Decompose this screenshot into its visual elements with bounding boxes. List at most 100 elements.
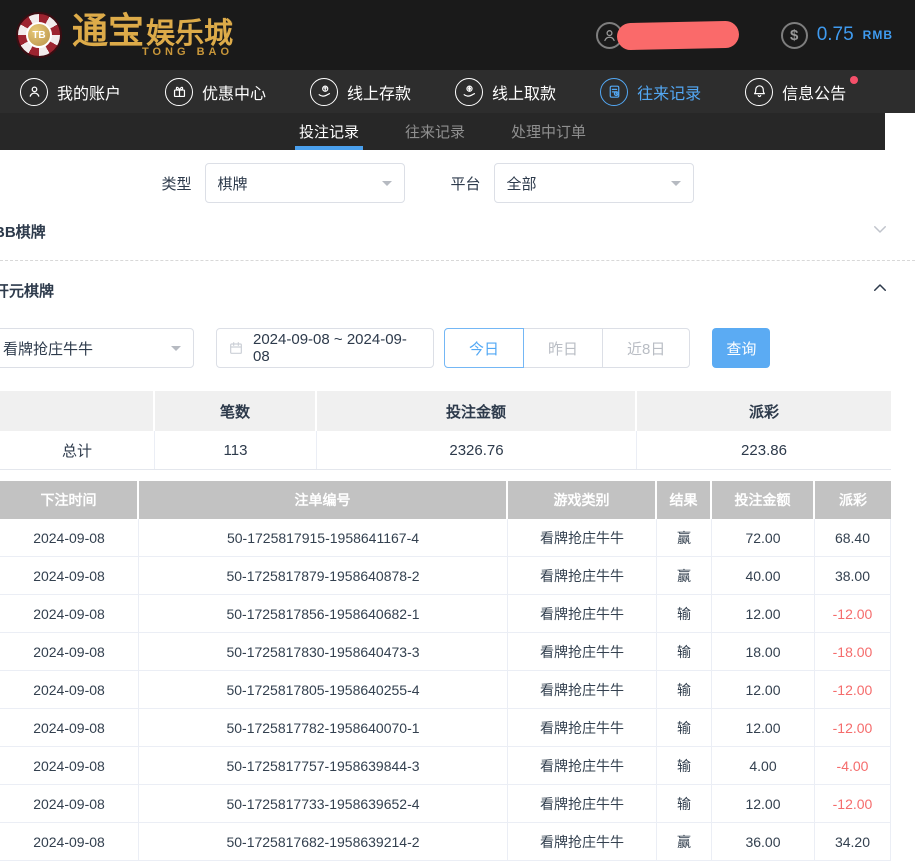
- nav-label: 往来记录: [637, 80, 701, 104]
- calendar-icon: [228, 340, 244, 356]
- nav-item-deposit[interactable]: 线上存款: [310, 78, 411, 106]
- notification-dot: [850, 76, 858, 84]
- bet-payout: 34.20: [815, 823, 891, 860]
- platform-select[interactable]: 全部: [494, 163, 694, 203]
- balance-amount: 0.75: [817, 24, 854, 46]
- sub-nav: 投注记录 往来记录 处理中订单: [0, 113, 885, 150]
- type-select-value: 棋牌: [218, 173, 248, 194]
- bet-date: 2024-09-08: [0, 747, 139, 784]
- bet-number: 50-1725817856-1958640682-1: [139, 595, 508, 632]
- tab-bet-records[interactable]: 投注记录: [297, 113, 361, 150]
- game-select-value: 看牌抢庄牛牛: [3, 338, 93, 359]
- date-range-input[interactable]: 2024-09-08 ~ 2024-09-08: [216, 328, 434, 368]
- balance[interactable]: $ 0.75 RMB: [781, 22, 893, 49]
- bet-game: 看牌抢庄牛牛: [508, 519, 657, 556]
- bet-payout: 38.00: [815, 557, 891, 594]
- section-kaiyuan-chess[interactable]: 开元棋牌: [0, 261, 915, 319]
- chip-tb-label: TB: [26, 22, 52, 48]
- bet-amount: 12.00: [712, 709, 815, 746]
- bell-icon: [745, 78, 773, 106]
- table-row: 2024-09-08 50-1725817733-1958639652-4 看牌…: [0, 785, 891, 823]
- bet-game: 看牌抢庄牛牛: [508, 557, 657, 594]
- yesterday-button[interactable]: 昨日: [523, 328, 603, 368]
- game-select[interactable]: 看牌抢庄牛牛: [0, 328, 194, 368]
- table-row: 2024-09-08 50-1725817830-1958640473-3 看牌…: [0, 633, 891, 671]
- summary-header-bet: 投注金额: [317, 391, 637, 431]
- bet-amount: 4.00: [712, 747, 815, 784]
- nav-label: 信息公告: [782, 80, 846, 104]
- username-redacted: [616, 20, 739, 50]
- summary-header-count: 笔数: [155, 391, 317, 431]
- logo-title-part1: 通宝: [72, 13, 144, 49]
- nav-item-withdraw[interactable]: 线上取款: [455, 78, 556, 106]
- bet-number: 50-1725817757-1958639844-3: [139, 747, 508, 784]
- summary-bet-value: 2326.76: [317, 431, 637, 469]
- today-button[interactable]: 今日: [444, 328, 524, 368]
- bet-payout: -12.00: [815, 709, 891, 746]
- bet-number: 50-1725817805-1958640255-4: [139, 671, 508, 708]
- table-row: 2024-09-08 50-1725817879-1958640878-2 看牌…: [0, 557, 891, 595]
- bet-date: 2024-09-08: [0, 633, 139, 670]
- type-select[interactable]: 棋牌: [205, 163, 405, 203]
- tab-transaction-records[interactable]: 往来记录: [403, 113, 467, 150]
- bet-date: 2024-09-08: [0, 823, 139, 860]
- nav-item-transaction-records[interactable]: 往来记录: [600, 78, 701, 106]
- section-kaiyuan-title: 开元棋牌: [0, 280, 54, 301]
- bet-date: 2024-09-08: [0, 785, 139, 822]
- bet-result: 赢: [657, 557, 712, 594]
- search-button[interactable]: 查询: [712, 328, 770, 368]
- type-label: 类型: [161, 173, 191, 194]
- col-bet-amount: 投注金额: [712, 481, 815, 519]
- nav-item-announcements[interactable]: 信息公告: [745, 78, 846, 106]
- bet-number: 50-1725817733-1958639652-4: [139, 785, 508, 822]
- bet-result: 输: [657, 671, 712, 708]
- logo-title-part2: 娱乐城: [146, 20, 233, 49]
- section-bb-chess[interactable]: BB棋牌: [0, 203, 915, 261]
- summary-header-row: 笔数 投注金额 派彩: [0, 391, 891, 431]
- bet-result: 输: [657, 595, 712, 632]
- tab-processing-orders[interactable]: 处理中订单: [509, 113, 588, 150]
- bet-result: 输: [657, 785, 712, 822]
- chevron-down-icon: [671, 181, 681, 191]
- table-row: 2024-09-08 50-1725817915-1958641167-4 看牌…: [0, 519, 891, 557]
- bet-game: 看牌抢庄牛牛: [508, 785, 657, 822]
- col-payout: 派彩: [815, 481, 891, 519]
- col-game-category: 游戏类别: [508, 481, 657, 519]
- bet-amount: 18.00: [712, 633, 815, 670]
- bet-amount: 12.00: [712, 785, 815, 822]
- summary-total-label: 总计: [0, 431, 155, 469]
- table-body: 2024-09-08 50-1725817915-1958641167-4 看牌…: [0, 519, 891, 861]
- bet-amount: 40.00: [712, 557, 815, 594]
- bet-amount: 12.00: [712, 671, 815, 708]
- chevron-down-icon[interactable]: [871, 220, 889, 243]
- bet-payout: -12.00: [815, 671, 891, 708]
- nav-item-my-account[interactable]: 我的账户: [20, 78, 121, 106]
- bet-game: 看牌抢庄牛牛: [508, 633, 657, 670]
- table-header-row: 下注时间 注单编号 游戏类别 结果 投注金额 派彩: [0, 481, 891, 519]
- bet-result: 输: [657, 747, 712, 784]
- main-nav: 我的账户 优惠中心 线上存款: [0, 70, 915, 113]
- nav-label: 线上存款: [347, 80, 411, 104]
- table-row: 2024-09-08 50-1725817782-1958640070-1 看牌…: [0, 709, 891, 747]
- chevron-up-icon[interactable]: [871, 279, 889, 302]
- nav-item-promotions[interactable]: 优惠中心: [165, 78, 266, 106]
- site-logo[interactable]: TB 通宝 娱乐城 TONG BAO: [16, 12, 239, 58]
- top-header: TB 通宝 娱乐城 TONG BAO $ 0.75: [0, 0, 915, 70]
- col-bet-number: 注单编号: [139, 481, 508, 519]
- bet-number: 50-1725817879-1958640878-2: [139, 557, 508, 594]
- bet-date: 2024-09-08: [0, 595, 139, 632]
- nav-label: 优惠中心: [202, 80, 266, 104]
- bet-number: 50-1725817682-1958639214-2: [139, 823, 508, 860]
- summary-payout-value: 223.86: [637, 431, 891, 469]
- bet-amount: 12.00: [712, 595, 815, 632]
- bet-game: 看牌抢庄牛牛: [508, 747, 657, 784]
- last-8-days-button[interactable]: 近8日: [602, 328, 690, 368]
- bet-number: 50-1725817830-1958640473-3: [139, 633, 508, 670]
- col-result: 结果: [657, 481, 712, 519]
- summary-count-value: 113: [155, 431, 317, 469]
- col-bet-time: 下注时间: [0, 481, 139, 519]
- bet-game: 看牌抢庄牛牛: [508, 671, 657, 708]
- withdraw-icon: [455, 78, 483, 106]
- user-icon: [20, 78, 48, 106]
- bet-date: 2024-09-08: [0, 519, 139, 556]
